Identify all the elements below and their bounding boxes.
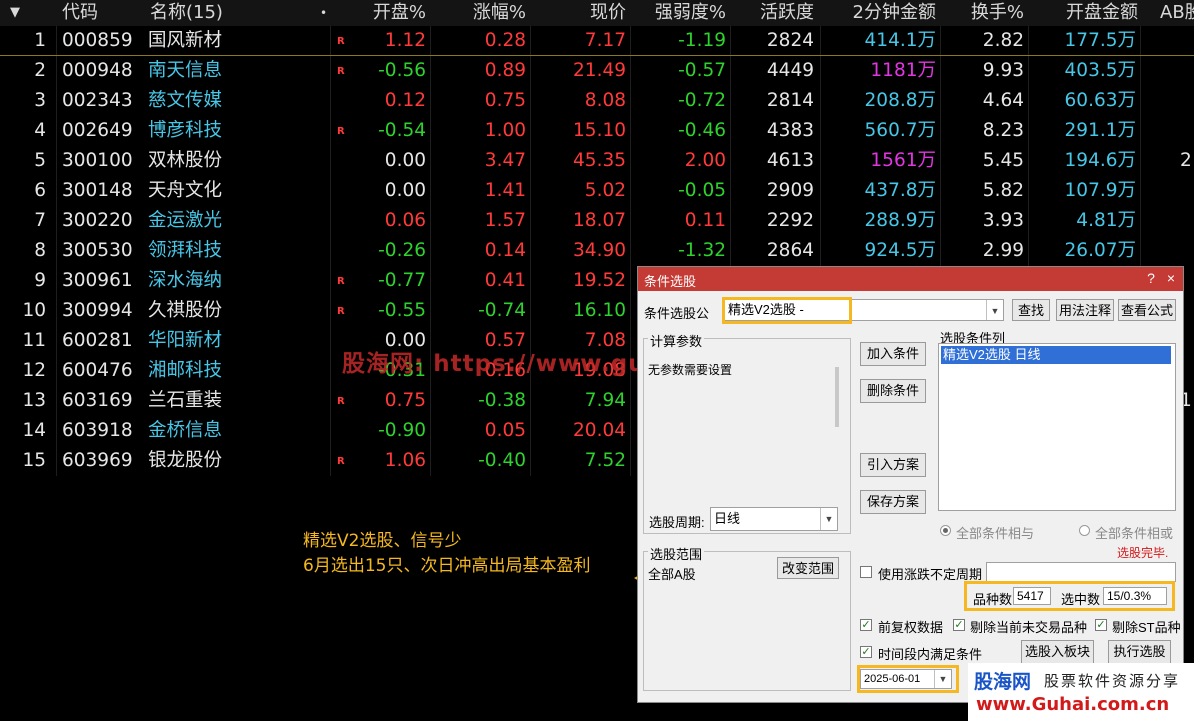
params-group-title: 计算参数 xyxy=(648,331,705,350)
period-satisfy-label: 时间段内满足条件 xyxy=(878,647,983,662)
exclude-st-label: 剔除ST品种 xyxy=(1112,620,1181,635)
usage-note-button[interactable]: 用法注释 xyxy=(1056,299,1114,321)
use-limit-input[interactable] xyxy=(986,562,1176,582)
logo-slogan: 股票软件资源分享 xyxy=(1044,672,1181,690)
find-button[interactable]: 查找 xyxy=(1012,299,1050,321)
add-condition-button[interactable]: 加入条件 xyxy=(860,342,926,366)
count-highlight xyxy=(964,581,1175,611)
annotation-line1: 精选V2选股、信号少 xyxy=(303,531,462,551)
chevron-down-icon[interactable]: ▼ xyxy=(820,508,837,530)
dialog-title: 条件选股 xyxy=(644,274,697,289)
dialog-title-bar[interactable]: 条件选股 ? × xyxy=(638,267,1183,291)
period-label: 选股周期: xyxy=(649,515,705,530)
exclude-st-checkbox[interactable]: ✓ xyxy=(1095,619,1107,631)
params-scrollbar[interactable] xyxy=(835,367,839,427)
change-scope-button[interactable]: 改变范围 xyxy=(777,557,839,579)
save-plan-button[interactable]: 保存方案 xyxy=(860,490,926,514)
close-icon[interactable]: × xyxy=(1162,269,1180,287)
exclude-untraded-label: 剔除当前未交易品种 xyxy=(970,620,1088,635)
execute-button[interactable]: 执行选股 xyxy=(1108,640,1171,664)
condition-list-item[interactable]: 精选V2选股 日线 xyxy=(941,346,1171,364)
fq-checkbox[interactable]: ✓ xyxy=(860,619,872,631)
status-text: 选股完毕. xyxy=(1117,546,1169,560)
period-satisfy-checkbox[interactable]: ✓ xyxy=(860,646,872,658)
logo-url: www.Guhai.com.cn xyxy=(976,694,1170,715)
radio-or-label: 全部条件相或 xyxy=(1095,526,1174,541)
help-icon[interactable]: ? xyxy=(1142,269,1160,287)
period-select[interactable]: 日线 ▼ xyxy=(710,507,838,531)
params-text: 无参数需要设置 xyxy=(648,363,733,377)
exclude-untraded-checkbox[interactable]: ✓ xyxy=(953,619,965,631)
formula-highlight xyxy=(722,297,852,324)
scope-value: 全部A股 xyxy=(648,567,696,582)
condition-list[interactable]: 精选V2选股 日线 xyxy=(938,343,1176,511)
logo-brand: 股海网 xyxy=(974,671,1032,693)
scope-group-title: 选股范围 xyxy=(648,544,705,563)
chevron-down-icon[interactable]: ▼ xyxy=(986,300,1003,320)
date-highlight xyxy=(857,665,959,693)
import-plan-button[interactable]: 引入方案 xyxy=(860,453,926,477)
use-limit-checkbox[interactable] xyxy=(860,566,872,578)
add-to-block-button[interactable]: 选股入板块 xyxy=(1021,640,1094,664)
annotation-line2: 6月选出15只、次日冲高出局基本盈利 xyxy=(303,556,591,576)
view-formula-button[interactable]: 查看公式 xyxy=(1118,299,1176,321)
radio-and-label: 全部条件相与 xyxy=(956,526,1035,541)
fq-label: 前复权数据 xyxy=(878,620,944,635)
radio-or[interactable] xyxy=(1079,525,1090,536)
site-logo: 股海网 股票软件资源分享 www.Guhai.com.cn xyxy=(968,663,1194,721)
condition-stock-dialog: 条件选股 ? × 条件选股公 精选V2选股 - ▼ 查找 用法注释 查看公式 计… xyxy=(637,266,1184,703)
radio-and[interactable] xyxy=(940,525,951,536)
period-value: 日线 xyxy=(714,511,741,526)
formula-label: 条件选股公 xyxy=(644,306,710,321)
delete-condition-button[interactable]: 删除条件 xyxy=(860,379,926,403)
